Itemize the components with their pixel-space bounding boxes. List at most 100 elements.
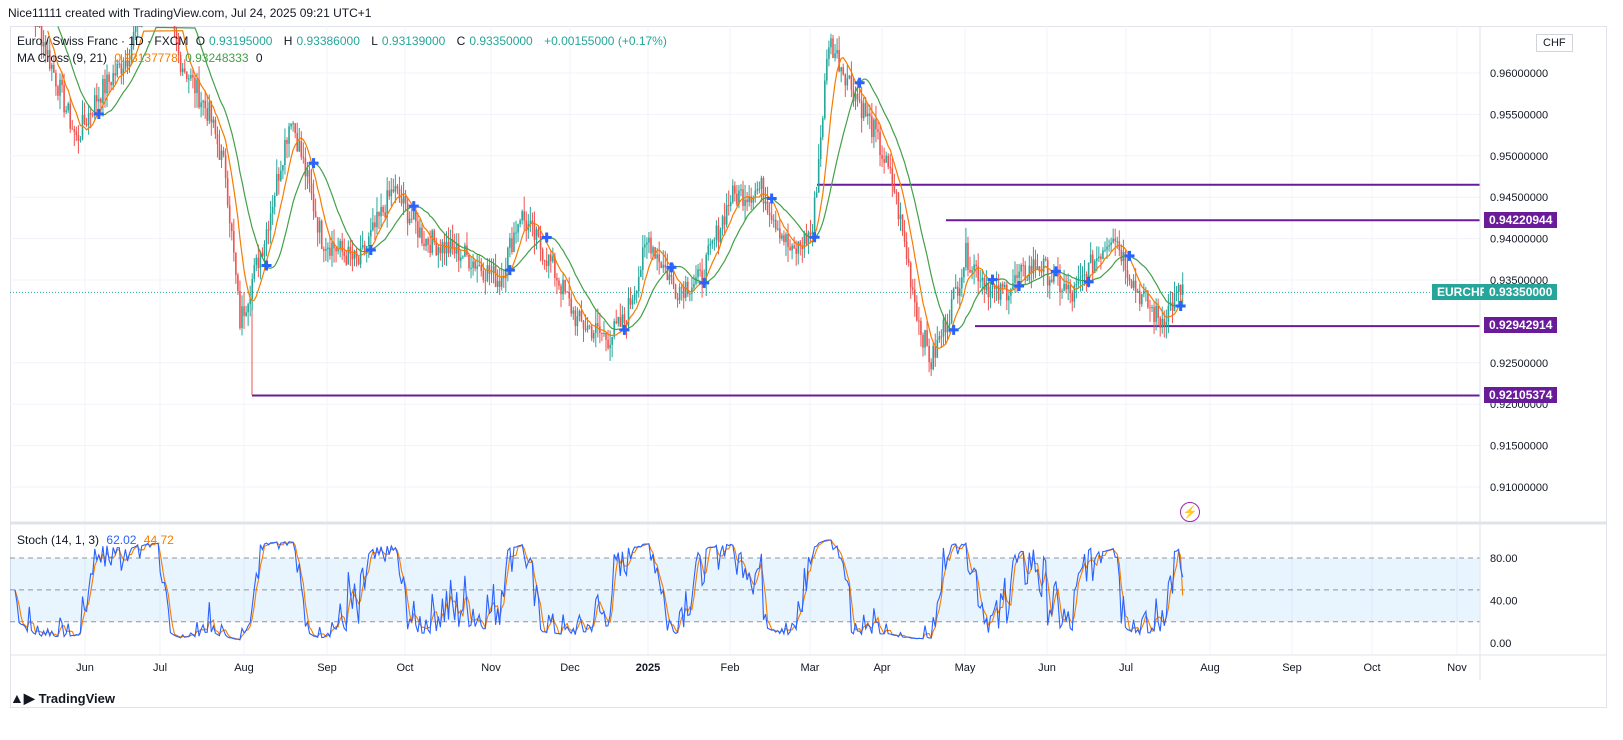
candle-body — [286, 139, 288, 144]
candle-body — [59, 79, 61, 96]
candle-body — [545, 260, 548, 266]
candle-body — [987, 282, 990, 298]
candle-body — [1106, 246, 1108, 250]
candle-body — [75, 131, 78, 135]
tradingview-logo[interactable]: ▲▶ TradingView — [10, 690, 115, 707]
candle-body — [570, 298, 573, 314]
candle-body — [181, 68, 184, 73]
time-tick-label: Feb — [721, 662, 740, 674]
candle-body — [1096, 258, 1098, 261]
candle-body — [713, 239, 716, 241]
candle-body — [678, 287, 681, 301]
candle-body — [877, 129, 879, 132]
candle-body — [320, 220, 323, 249]
candle-body — [952, 288, 955, 299]
candle-body — [866, 113, 869, 117]
time-tick-label: May — [955, 662, 976, 674]
brand-label: TradingView — [38, 691, 115, 706]
candle-body — [783, 235, 785, 243]
ma-cross-marker — [1083, 276, 1094, 287]
time-tick-label: Jul — [153, 662, 167, 674]
symbol-legend[interactable]: Euro / Swiss Franc · 1D · FXCM O 0.931950… — [17, 34, 671, 48]
candle-body — [1157, 305, 1159, 318]
ma-name: MA Cross (9, 21) — [17, 51, 108, 65]
stoch-d-value: 44.72 — [143, 533, 174, 547]
low-value: 0.93139000 — [381, 34, 446, 48]
candle-body — [1016, 275, 1018, 278]
candle-body — [815, 192, 818, 198]
candle-body — [975, 264, 977, 267]
candle-body — [431, 230, 433, 253]
candle-body — [120, 63, 123, 74]
candle-body — [1018, 271, 1020, 278]
candle-body — [1181, 284, 1184, 295]
candle-body — [290, 124, 292, 127]
candle-body — [911, 287, 914, 290]
candle-body — [71, 128, 74, 130]
candle-body — [273, 195, 276, 208]
candle-body — [721, 216, 724, 230]
candle-body — [388, 190, 391, 197]
candle-body — [423, 243, 425, 247]
candle-body — [449, 239, 452, 254]
candle-body — [832, 38, 834, 59]
candle-body — [486, 265, 489, 281]
candle-body — [830, 38, 832, 48]
candle-body — [537, 229, 540, 237]
candle-body — [57, 86, 59, 96]
candle-body — [341, 240, 343, 252]
candle-body — [691, 287, 693, 294]
candle-body — [918, 320, 920, 322]
candle-body — [707, 245, 710, 255]
candle-body — [826, 58, 828, 81]
candle-body — [603, 333, 605, 335]
candle-body — [881, 155, 883, 160]
candle-body — [1153, 307, 1155, 322]
currency-selector[interactable]: CHF — [1536, 34, 1573, 52]
price-tick-label: 0.92500000 — [1490, 358, 1548, 370]
candle-body — [809, 232, 812, 235]
candle-body — [844, 74, 847, 86]
candle-body — [519, 220, 521, 225]
candle-body — [652, 247, 654, 254]
candle-body — [269, 213, 272, 231]
candle-body — [547, 254, 550, 266]
candle-body — [1022, 265, 1024, 267]
candle-body — [1151, 307, 1153, 309]
candle-body — [1175, 292, 1178, 294]
candle-body — [1138, 290, 1141, 305]
candle-body — [466, 245, 468, 255]
candle-body — [1167, 305, 1170, 322]
candle-body — [644, 244, 646, 248]
candle-body — [887, 155, 890, 167]
candle-body — [793, 245, 795, 249]
candle-body — [1044, 258, 1047, 261]
chart-canvas[interactable]: Jun Jul Aug Sep Oct Nov Dec 2025 Feb Mar Apr May Jun… — [0, 0, 1623, 740]
candle-body — [1067, 284, 1069, 290]
stoch-legend[interactable]: Stoch (14, 1, 3) 62.02 44.72 — [17, 533, 178, 547]
candle-body — [214, 119, 217, 134]
candle-body — [817, 158, 820, 193]
candle-body — [905, 241, 908, 260]
ma-legend[interactable]: MA Cross (9, 21) 0.93137778 0.93248333 0 — [17, 51, 267, 65]
candle-body — [916, 302, 918, 321]
ma-cross-marker — [261, 260, 272, 271]
time-tick-label: Aug — [1200, 662, 1220, 674]
candle-body — [891, 168, 894, 186]
candle-body — [1036, 266, 1039, 270]
candle-body — [920, 320, 922, 335]
candle-body — [380, 207, 382, 217]
candle-body — [194, 77, 196, 94]
candle-body — [1112, 238, 1114, 243]
candle-body — [98, 98, 100, 102]
candle-body — [723, 216, 726, 225]
candle-body — [235, 252, 237, 275]
candle-body — [267, 229, 270, 231]
candle-body — [687, 281, 689, 295]
candle-body — [284, 139, 286, 166]
candle-body — [697, 269, 699, 278]
candle-body — [862, 103, 865, 119]
bolt-icon[interactable]: ⚡ — [1180, 502, 1200, 522]
candle-body — [1120, 250, 1123, 262]
candle-body — [1110, 242, 1112, 246]
